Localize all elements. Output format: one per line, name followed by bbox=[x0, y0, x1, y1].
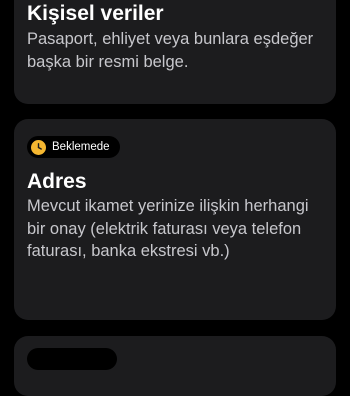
address-card[interactable]: Beklemede Adres Mevcut ikamet yerinize i… bbox=[14, 119, 336, 320]
personal-data-card[interactable]: Kişisel veriler Pasaport, ehliyet veya b… bbox=[14, 0, 336, 104]
status-badge bbox=[27, 348, 117, 370]
card-title: Adres bbox=[27, 170, 87, 193]
card-description: Pasaport, ehliyet veya bunlara eşdeğer b… bbox=[27, 30, 314, 71]
status-badge-label: Beklemede bbox=[52, 141, 110, 153]
clock-icon bbox=[31, 139, 46, 155]
status-badge: Beklemede bbox=[27, 136, 120, 158]
next-card[interactable] bbox=[14, 336, 336, 396]
card-title: Kişisel veriler bbox=[27, 2, 164, 25]
card-description: Mevcut ikamet yerinize ilişkin herhangi … bbox=[27, 197, 309, 260]
